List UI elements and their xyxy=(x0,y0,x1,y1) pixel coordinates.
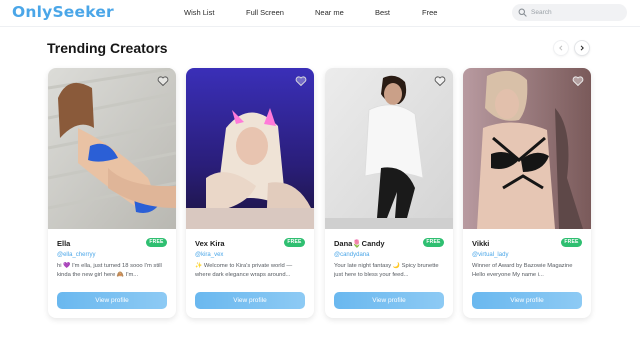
favorite-heart-icon[interactable] xyxy=(572,75,584,87)
creator-photo[interactable] xyxy=(463,68,591,229)
favorite-heart-icon[interactable] xyxy=(157,75,169,87)
creator-handle[interactable]: @candydana xyxy=(334,251,369,259)
creator-card[interactable]: Vex Kira FREE @kira_vex ✨ Welcome to Kir… xyxy=(186,68,314,318)
favorite-heart-icon[interactable] xyxy=(434,75,446,87)
creator-bio: Your late night fantasy 🌙 Spicy brunette… xyxy=(334,263,439,278)
creator-photo[interactable] xyxy=(186,68,314,229)
free-badge: FREE xyxy=(423,238,444,247)
nav-full-screen[interactable]: Full Screen xyxy=(246,8,284,18)
free-badge: FREE xyxy=(284,238,305,247)
creator-bio: Winner of Award by Bazowie Magazine Hell… xyxy=(472,263,573,278)
creator-card[interactable]: Dana🌷Candy FREE @candydana Your late nig… xyxy=(325,68,453,318)
creator-handle[interactable]: @virtual_lady xyxy=(472,251,508,259)
creator-photo[interactable] xyxy=(325,68,453,229)
creator-card[interactable]: Ella FREE @ella_cherryy hi 💜 I'm ella, j… xyxy=(48,68,176,318)
creator-name: Ella xyxy=(57,239,71,248)
view-profile-button[interactable]: View profile xyxy=(57,292,167,309)
creator-card[interactable]: Vikki FREE @virtual_lady Winner of Award… xyxy=(463,68,591,318)
creator-name: Dana🌷Candy xyxy=(334,239,385,248)
nav-best[interactable]: Best xyxy=(375,8,390,18)
chevron-right-icon xyxy=(580,45,584,51)
creator-name: Vikki xyxy=(472,239,490,248)
creator-name: Vex Kira xyxy=(195,239,225,248)
top-navigation-bar: OnlySeeker Wish List Full Screen Near me… xyxy=(0,0,640,27)
nav-wish-list[interactable]: Wish List xyxy=(184,8,214,18)
creator-handle[interactable]: @ella_cherryy xyxy=(57,251,95,259)
nav-near-me[interactable]: Near me xyxy=(315,8,344,18)
creator-bio: hi 💜 I'm ella, just turned 18 sooo I'm s… xyxy=(57,263,162,278)
free-badge: FREE xyxy=(146,238,167,247)
view-profile-button[interactable]: View profile xyxy=(472,292,582,309)
free-badge: FREE xyxy=(561,238,582,247)
chevron-left-icon xyxy=(559,45,563,51)
creator-handle[interactable]: @kira_vex xyxy=(195,251,223,259)
creator-bio: ✨ Welcome to Kira's private world — wher… xyxy=(195,263,293,278)
view-profile-button[interactable]: View profile xyxy=(334,292,444,309)
view-profile-button[interactable]: View profile xyxy=(195,292,305,309)
section-title: Trending Creators xyxy=(47,40,168,56)
search-input[interactable]: Search xyxy=(512,4,627,21)
favorite-heart-icon[interactable] xyxy=(295,75,307,87)
search-placeholder: Search xyxy=(531,9,552,16)
creator-photo[interactable] xyxy=(48,68,176,229)
carousel-prev-button[interactable] xyxy=(553,40,569,56)
nav-free[interactable]: Free xyxy=(422,8,437,18)
carousel-next-button[interactable] xyxy=(574,40,590,56)
search-icon xyxy=(518,8,527,17)
